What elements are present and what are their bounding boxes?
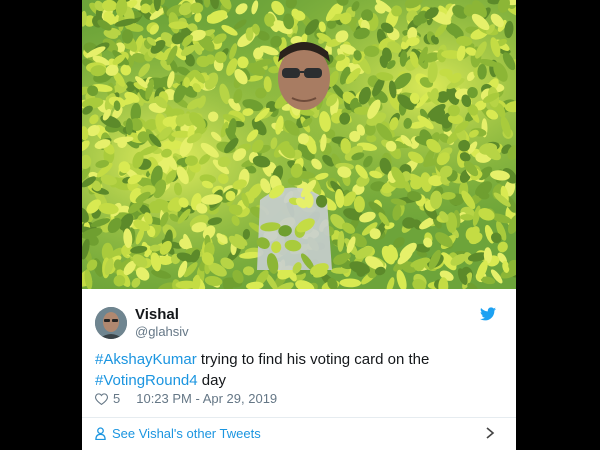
hedge-leaf (125, 118, 133, 136)
tweet-photo-image (82, 0, 516, 289)
like-count: 5 (113, 391, 121, 406)
heart-icon[interactable] (95, 392, 108, 405)
hedge-leaf (122, 29, 133, 44)
tweet-card: Vishal @glahsiv #AkshayKumar trying to f… (82, 0, 516, 450)
divider (82, 417, 516, 418)
hedge-leaf (113, 259, 122, 270)
tweet-meta: 5 10:23 PM - Apr 29, 2019 (95, 391, 277, 406)
chevron-right-icon[interactable] (485, 426, 495, 440)
twitter-bird-icon[interactable] (480, 307, 496, 321)
avatar-image (95, 307, 127, 339)
user-handle[interactable]: @glahsiv (135, 324, 189, 339)
tweet-timestamp[interactable]: 10:23 PM - Apr 29, 2019 (136, 391, 277, 406)
user-name[interactable]: Vishal (135, 306, 179, 323)
avatar[interactable] (95, 307, 127, 339)
see-other-tweets-link[interactable]: See Vishal's other Tweets (95, 426, 261, 441)
tweet-header: Vishal @glahsiv (82, 289, 516, 341)
tweet-photo[interactable] (82, 0, 516, 289)
hedge-leaf (190, 2, 204, 14)
hashtag-votinground4[interactable]: #VotingRound4 (95, 372, 198, 389)
hedge-leaf (447, 104, 460, 117)
tweet-text-middle: trying to find his voting card on the (196, 351, 430, 368)
tweet-text-end: day (197, 372, 226, 389)
see-other-tweets-label: See Vishal's other Tweets (112, 426, 261, 441)
tweet-text: #AkshayKumar trying to find his voting c… (95, 349, 495, 391)
hashtag-akshaykumar[interactable]: #AkshayKumar (95, 351, 197, 368)
hedge-leaf (243, 266, 255, 276)
person-icon (95, 427, 106, 440)
